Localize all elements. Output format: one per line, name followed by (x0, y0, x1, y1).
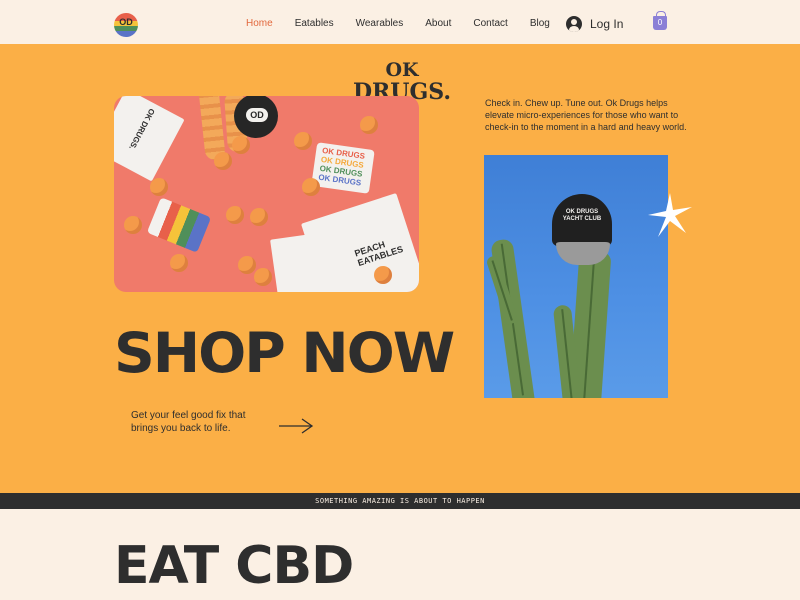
rainbow-sticker (146, 197, 212, 253)
product-pouch (270, 232, 328, 292)
user-circle-icon (566, 16, 582, 32)
product-pouch: OK DRUGS. (114, 96, 185, 182)
login-label: Log In (590, 17, 624, 31)
shopping-bag-icon[interactable]: 0 (653, 11, 667, 30)
sparkle-icon (648, 193, 692, 237)
nav-eatables[interactable]: Eatables (295, 18, 334, 29)
ticker-text: SOMETHING AMAZING IS ABOUT TO HAPPEN (315, 497, 485, 505)
cap-photo: OK DRUGS YACHT CLUB (484, 155, 668, 398)
brand-line-1: OK (385, 59, 419, 81)
hero-tagline: Check in. Chew up. Tune out. Ok Drugs he… (485, 98, 687, 132)
gummy (302, 178, 320, 196)
gummy (170, 254, 188, 272)
cap-text: OK DRUGS YACHT CLUB (562, 209, 602, 222)
arrow-right-icon[interactable] (278, 418, 314, 434)
od-badge: OD (234, 96, 278, 138)
nav-home[interactable]: Home (246, 18, 273, 29)
gummy (238, 256, 256, 274)
site-header: OD Home Eatables Wearables About Contact… (0, 0, 800, 44)
gummy (150, 178, 168, 196)
hero-subtext: Get your feel good fix that brings you b… (131, 410, 246, 434)
gummy (250, 208, 268, 226)
product-photo: OD OK DRUGS. OK DRUGS OK DRUGS OK DRUGS … (114, 96, 419, 292)
eat-cbd-headline: EAT CBD (114, 536, 354, 596)
pouch-brand: OK DRUGS. (127, 106, 157, 152)
gummy (124, 216, 142, 234)
od-badge-text: OD (246, 108, 268, 122)
ok-drugs-sticker: OK DRUGS OK DRUGS OK DRUGS OK DRUGS (311, 142, 375, 194)
nav-about[interactable]: About (425, 18, 451, 29)
login-button[interactable]: Log In (566, 16, 623, 32)
announcement-ticker: SOMETHING AMAZING IS ABOUT TO HAPPEN (0, 493, 800, 509)
site-logo[interactable]: OD (114, 13, 138, 37)
cart-count: 0 (657, 18, 663, 27)
gummy (294, 132, 312, 150)
gummy (226, 206, 244, 224)
hero-section: OK DRUGS. Check in. Chew up. Tune out. O… (0, 44, 800, 493)
main-nav: Home Eatables Wearables About Contact Bl… (246, 18, 572, 29)
logo-text: OD (119, 17, 133, 27)
nav-blog[interactable]: Blog (530, 18, 550, 29)
gummy (360, 116, 378, 134)
shop-now-headline[interactable]: SHOP NOW (114, 318, 455, 388)
pouch-label: PEACH EATABLES (353, 239, 405, 268)
gummy (232, 136, 250, 154)
nav-wearables[interactable]: Wearables (356, 18, 404, 29)
nav-contact[interactable]: Contact (473, 18, 507, 29)
gummy (214, 152, 232, 170)
gummy (254, 268, 272, 286)
gummy (374, 266, 392, 284)
